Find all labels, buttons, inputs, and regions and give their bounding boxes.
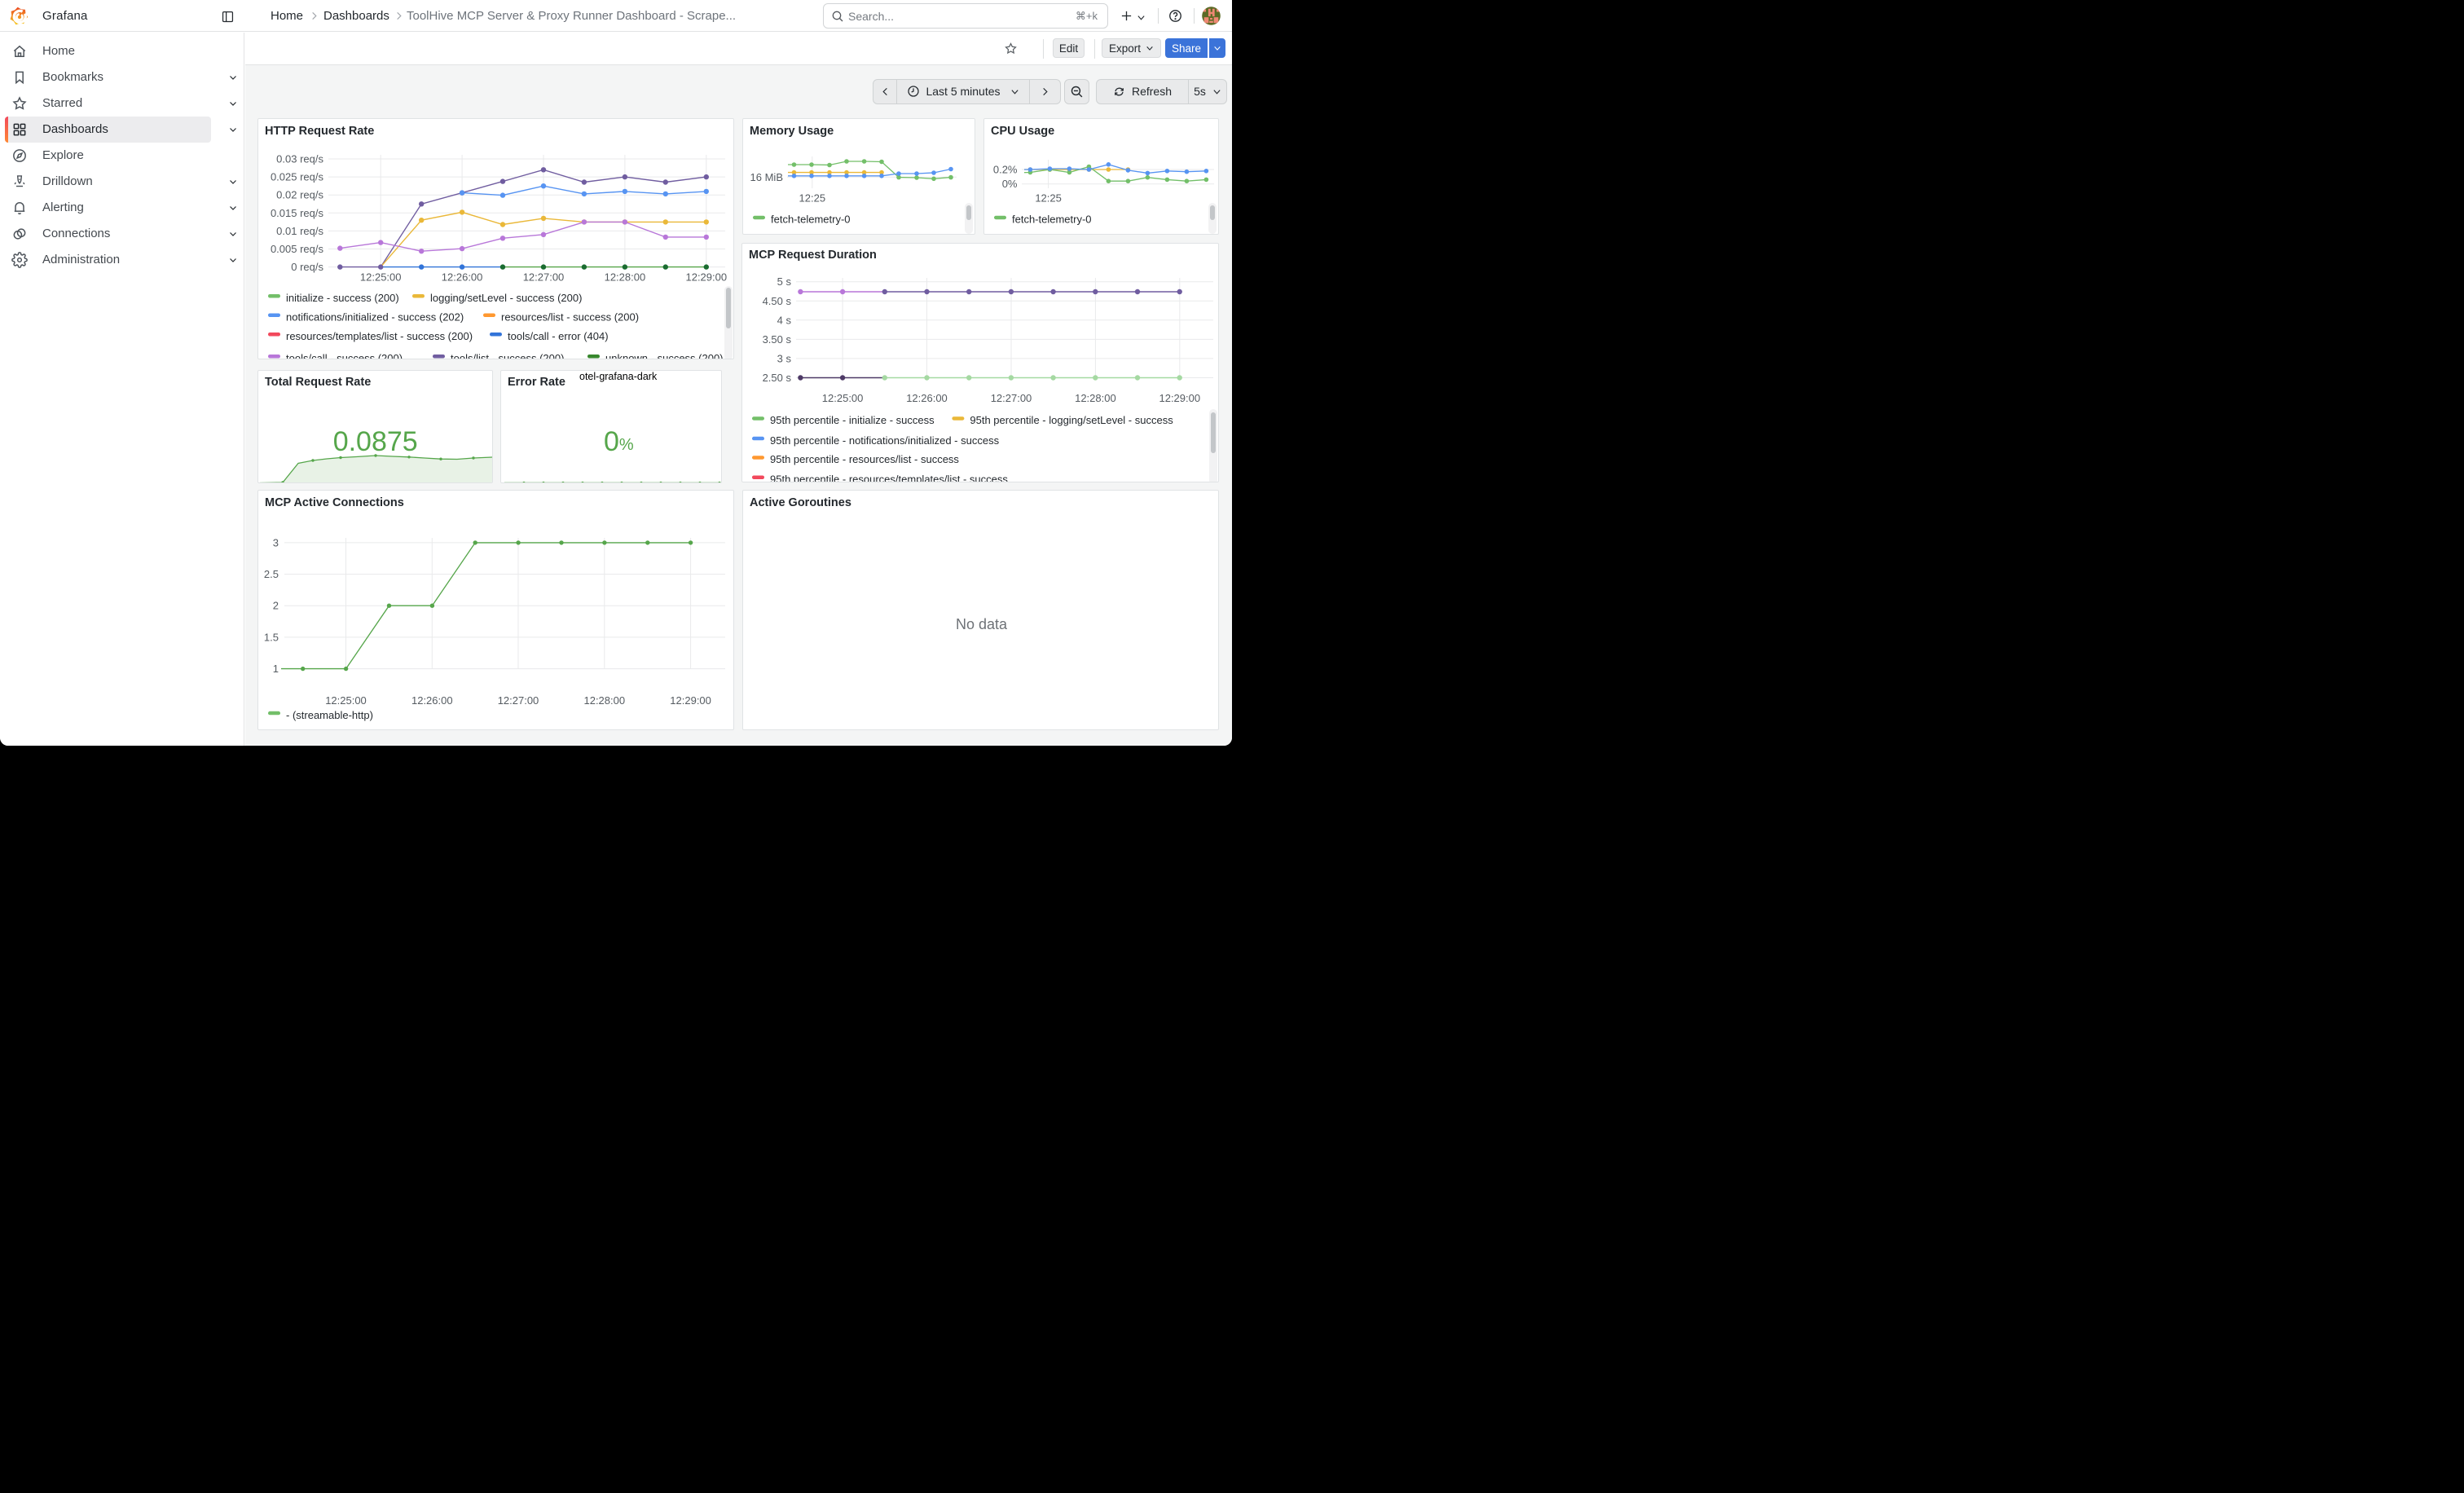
svg-text:12:27:00: 12:27:00 bbox=[498, 694, 539, 707]
svg-text:0.2%: 0.2% bbox=[993, 164, 1018, 176]
svg-text:0.005 req/s: 0.005 req/s bbox=[271, 243, 324, 255]
svg-text:tools/call - error (404): tools/call - error (404) bbox=[508, 330, 609, 342]
svg-text:tools/list - success (200): tools/list - success (200) bbox=[451, 352, 564, 359]
svg-text:notifications/initialized - su: notifications/initialized - success (202… bbox=[286, 311, 464, 324]
svg-text:2.50 s: 2.50 s bbox=[763, 372, 792, 384]
svg-text:4.50 s: 4.50 s bbox=[763, 294, 792, 306]
svg-text:2.5: 2.5 bbox=[264, 568, 279, 580]
svg-text:12:28:00: 12:28:00 bbox=[605, 271, 646, 284]
svg-text:0.01 req/s: 0.01 req/s bbox=[276, 225, 323, 237]
svg-text:12:25:00: 12:25:00 bbox=[822, 392, 864, 404]
svg-text:12:29:00: 12:29:00 bbox=[1159, 392, 1200, 404]
svg-text:2: 2 bbox=[273, 600, 279, 612]
svg-text:12:29:00: 12:29:00 bbox=[685, 271, 727, 284]
svg-text:4 s: 4 s bbox=[777, 314, 792, 326]
svg-text:12:29:00: 12:29:00 bbox=[670, 694, 711, 707]
svg-text:logging/setLevel - success (20: logging/setLevel - success (200) bbox=[430, 292, 582, 304]
svg-text:5 s: 5 s bbox=[777, 275, 792, 288]
svg-text:95th percentile - resources/li: 95th percentile - resources/list - succe… bbox=[770, 453, 959, 465]
svg-text:12:25: 12:25 bbox=[1035, 192, 1062, 205]
svg-text:0.0875: 0.0875 bbox=[333, 426, 418, 457]
svg-text:3 s: 3 s bbox=[777, 352, 792, 364]
svg-text:12:25:00: 12:25:00 bbox=[325, 694, 367, 707]
svg-text:0%: 0% bbox=[1002, 178, 1018, 190]
svg-text:95th percentile - notification: 95th percentile - notifications/initiali… bbox=[770, 434, 1000, 446]
svg-text:resources/list - success (200): resources/list - success (200) bbox=[501, 311, 639, 324]
svg-text:0%: 0% bbox=[604, 426, 634, 457]
svg-text:95th percentile - initialize -: 95th percentile - initialize - success bbox=[770, 414, 935, 426]
svg-text:12:26:00: 12:26:00 bbox=[906, 392, 948, 404]
svg-text:12:28:00: 12:28:00 bbox=[583, 694, 625, 707]
svg-text:tools/call - success (200): tools/call - success (200) bbox=[286, 352, 403, 359]
svg-text:- (streamable-http): - (streamable-http) bbox=[286, 709, 373, 721]
svg-text:1: 1 bbox=[273, 663, 279, 675]
svg-text:12:27:00: 12:27:00 bbox=[991, 392, 1032, 404]
svg-text:0 req/s: 0 req/s bbox=[291, 261, 323, 273]
svg-text:1.5: 1.5 bbox=[264, 631, 279, 643]
svg-text:12:26:00: 12:26:00 bbox=[411, 694, 453, 707]
svg-text:fetch-telemetry-0: fetch-telemetry-0 bbox=[1012, 214, 1092, 226]
svg-text:unknown - success (200): unknown - success (200) bbox=[605, 352, 724, 359]
svg-text:0.025 req/s: 0.025 req/s bbox=[271, 171, 324, 183]
svg-text:95th percentile - resources/te: 95th percentile - resources/templates/li… bbox=[770, 473, 1008, 482]
svg-text:12:27:00: 12:27:00 bbox=[523, 271, 565, 284]
svg-text:12:26:00: 12:26:00 bbox=[442, 271, 483, 284]
svg-text:12:25:00: 12:25:00 bbox=[360, 271, 402, 284]
svg-text:3.50 s: 3.50 s bbox=[763, 333, 792, 345]
svg-text:12:25: 12:25 bbox=[799, 192, 826, 205]
svg-text:resources/templates/list - suc: resources/templates/list - success (200) bbox=[286, 330, 473, 342]
svg-text:16 MiB: 16 MiB bbox=[750, 171, 783, 183]
svg-text:initialize - success (200): initialize - success (200) bbox=[286, 292, 399, 304]
svg-text:3: 3 bbox=[273, 536, 279, 548]
svg-text:fetch-telemetry-0: fetch-telemetry-0 bbox=[771, 214, 851, 226]
svg-text:0.015 req/s: 0.015 req/s bbox=[271, 207, 324, 219]
svg-text:0.03 req/s: 0.03 req/s bbox=[276, 153, 323, 165]
svg-text:0.02 req/s: 0.02 req/s bbox=[276, 189, 323, 201]
svg-text:12:28:00: 12:28:00 bbox=[1075, 392, 1116, 404]
svg-text:95th percentile - logging/setL: 95th percentile - logging/setLevel - suc… bbox=[970, 414, 1173, 426]
